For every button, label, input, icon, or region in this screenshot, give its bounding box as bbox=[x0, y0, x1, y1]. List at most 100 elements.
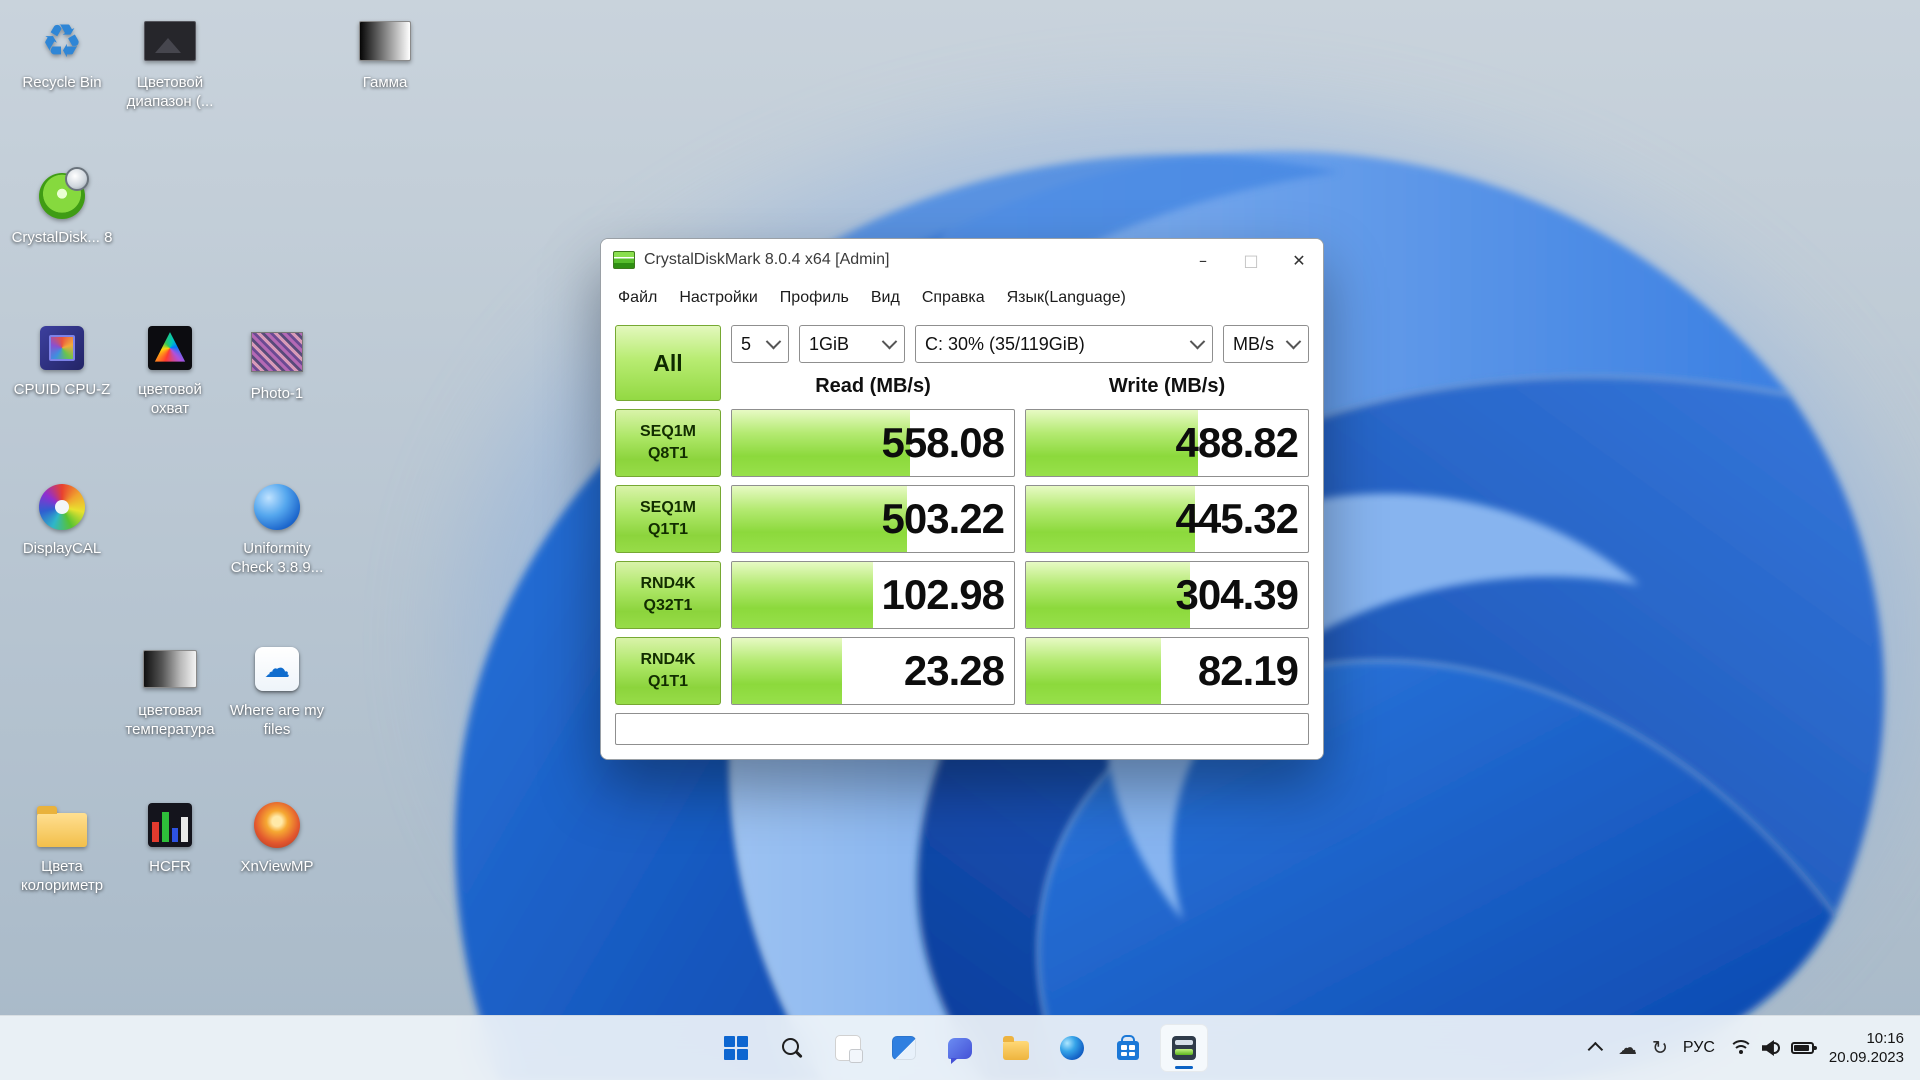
test-mode: Q8T1 bbox=[647, 445, 688, 462]
close-button[interactable]: ✕ bbox=[1275, 239, 1323, 281]
photo-thumbnail-icon bbox=[250, 325, 304, 379]
menu-file[interactable]: Файл bbox=[607, 289, 668, 307]
all-test-button[interactable]: All bbox=[615, 325, 721, 401]
desktop-icon-color-range[interactable]: Цветовой диапазон (... bbox=[118, 14, 222, 112]
desktop-icon-colors-colorimeter[interactable]: Цвета колориметр bbox=[10, 798, 114, 896]
chevron-up-icon bbox=[1587, 1041, 1604, 1057]
desktop-icon-label: Гамма bbox=[362, 74, 408, 91]
menu-profile[interactable]: Профиль bbox=[769, 289, 860, 307]
desktop-icon-displaycal[interactable]: DisplayCAL bbox=[10, 480, 114, 559]
desktop-icon-color-gamut[interactable]: цветовой охват bbox=[118, 321, 222, 419]
rnd4k-q1t1-read-result: 23.28 bbox=[731, 637, 1015, 705]
crystaldiskmark-icon bbox=[1172, 1036, 1196, 1060]
clock[interactable]: 10:16 20.09.2023 bbox=[1829, 1029, 1904, 1068]
desktop-icon-gamma[interactable]: Гамма bbox=[333, 14, 437, 93]
desktop-icon-label: CrystalDisk... 8 bbox=[11, 229, 113, 246]
desktop-icon-cpu-z[interactable]: CPUID CPU-Z bbox=[10, 321, 114, 400]
test-mode: Q1T1 bbox=[647, 673, 688, 690]
test-mode: Q1T1 bbox=[647, 521, 688, 538]
seq1m-q1t1-button[interactable]: SEQ1M Q1T1 bbox=[615, 485, 721, 553]
tray-date: 20.09.2023 bbox=[1828, 1049, 1904, 1066]
chevron-down-icon bbox=[1285, 333, 1302, 349]
windows-logo-icon bbox=[724, 1036, 748, 1060]
chevron-down-icon bbox=[881, 333, 898, 349]
task-view-button[interactable] bbox=[824, 1024, 872, 1072]
desktop-icon-color-temperature[interactable]: цветовая температура bbox=[118, 642, 222, 740]
orange-eye-icon bbox=[250, 798, 304, 852]
result-value: 23.28 bbox=[903, 647, 1005, 694]
hidden-icons-button[interactable] bbox=[1587, 1041, 1604, 1057]
folder-icon bbox=[1003, 1036, 1029, 1060]
search-button[interactable] bbox=[768, 1024, 816, 1072]
test-size-select[interactable]: 1GiB bbox=[799, 325, 905, 363]
result-value: 488.82 bbox=[1175, 419, 1299, 466]
crystaldiskmark-taskbar-button[interactable] bbox=[1160, 1024, 1208, 1072]
rnd4k-q1t1-button[interactable]: RND4K Q1T1 bbox=[615, 637, 721, 705]
seq1m-q8t1-button[interactable]: SEQ1M Q8T1 bbox=[615, 409, 721, 477]
desktop-icon-photo-1[interactable]: Photo-1 bbox=[225, 325, 329, 404]
desktop-icon-hcfr[interactable]: HCFR bbox=[118, 798, 222, 877]
task-view-icon bbox=[835, 1035, 863, 1063]
desktop-icon-crystaldiskmark-8[interactable]: CrystalDisk... 8 bbox=[10, 167, 114, 248]
chat-button[interactable] bbox=[936, 1024, 984, 1072]
gradient-strip-icon bbox=[143, 642, 197, 696]
sync-icon[interactable]: ↻ bbox=[1652, 1038, 1668, 1058]
taskbar-center bbox=[712, 1016, 1208, 1080]
system-tray: ☁ ↻ РУС 10:16 20.09.2023 bbox=[1587, 1016, 1920, 1080]
result-value: 82.19 bbox=[1197, 647, 1299, 694]
seq1m-q8t1-write-result: 488.82 bbox=[1025, 409, 1309, 477]
blue-sphere-icon bbox=[250, 480, 304, 534]
desktop-icon-where-are-my-files[interactable]: ☁ Where are my files bbox=[225, 642, 329, 740]
status-field[interactable] bbox=[615, 713, 1309, 745]
widgets-button[interactable] bbox=[880, 1024, 928, 1072]
menu-view[interactable]: Вид bbox=[860, 289, 911, 307]
menubar: Файл Настройки Профиль Вид Справка Язык(… bbox=[601, 281, 1323, 315]
gamma-icon bbox=[358, 14, 412, 68]
onedrive-cloud-icon[interactable]: ☁ bbox=[1618, 1038, 1637, 1058]
result-bar bbox=[1026, 410, 1199, 476]
unit-value: MB/s bbox=[1233, 333, 1275, 354]
maximize-button[interactable]: □ bbox=[1227, 239, 1275, 281]
edge-button[interactable] bbox=[1048, 1024, 1096, 1072]
desktop-icon-label: HCFR bbox=[149, 858, 191, 875]
target-drive-select[interactable]: C: 30% (35/119GiB) bbox=[915, 325, 1213, 363]
minimize-button[interactable]: – bbox=[1179, 239, 1227, 281]
rnd4k-q32t1-write-result: 304.39 bbox=[1025, 561, 1309, 629]
test-mode: Q32T1 bbox=[643, 597, 693, 614]
write-column-header: Write (MB/s) bbox=[1108, 374, 1226, 397]
rnd4k-q1t1-write-result: 82.19 bbox=[1025, 637, 1309, 705]
desktop-icon-uniformity-check[interactable]: Uniformity Check 3.8.9... bbox=[225, 480, 329, 578]
store-button[interactable] bbox=[1104, 1024, 1152, 1072]
result-value: 445.32 bbox=[1175, 495, 1299, 542]
taskbar: ☁ ↻ РУС 10:16 20.09.2023 bbox=[0, 1015, 1920, 1080]
test-name: RND4K bbox=[640, 651, 696, 669]
test-name: SEQ1M bbox=[639, 423, 696, 441]
menu-help[interactable]: Справка bbox=[911, 289, 996, 307]
result-bar bbox=[732, 638, 842, 704]
desktop-icon-label: Цветовой диапазон (... bbox=[126, 74, 214, 110]
result-value: 558.08 bbox=[881, 419, 1005, 466]
menu-language[interactable]: Язык(Language) bbox=[996, 289, 1137, 307]
test-count-select[interactable]: 5 bbox=[731, 325, 789, 363]
result-bar bbox=[1026, 638, 1162, 704]
desktop-icon-label: Uniformity Check 3.8.9... bbox=[230, 540, 324, 576]
titlebar[interactable]: CrystalDiskMark 8.0.4 x64 [Admin] – □ ✕ bbox=[601, 239, 1323, 281]
desktop-icon-label: XnViewMP bbox=[240, 858, 314, 875]
menu-settings[interactable]: Настройки bbox=[668, 289, 768, 307]
test-size-value: 1GiB bbox=[809, 333, 850, 354]
network-volume-battery-button[interactable] bbox=[1728, 1040, 1817, 1056]
benchmark-panel: All 5 1GiB C: 30% (35/119GiB) MB/s Read … bbox=[601, 315, 1323, 759]
result-bar bbox=[732, 562, 873, 628]
chat-bubble-icon bbox=[948, 1037, 972, 1064]
recycle-bin-icon: ♻ bbox=[41, 14, 83, 68]
language-indicator[interactable]: РУС bbox=[1683, 1039, 1715, 1057]
desktop-icon-xnviewmp[interactable]: XnViewMP bbox=[225, 798, 329, 877]
cloud-file-icon: ☁ bbox=[250, 642, 304, 696]
start-button[interactable] bbox=[712, 1024, 760, 1072]
wifi-icon bbox=[1728, 1040, 1753, 1056]
rnd4k-q32t1-button[interactable]: RND4K Q32T1 bbox=[615, 561, 721, 629]
unit-select[interactable]: MB/s bbox=[1223, 325, 1309, 363]
desktop-icon-label: DisplayCAL bbox=[22, 540, 102, 557]
file-explorer-button[interactable] bbox=[992, 1024, 1040, 1072]
desktop-icon-recycle-bin[interactable]: ♻ Recycle Bin bbox=[10, 14, 114, 93]
